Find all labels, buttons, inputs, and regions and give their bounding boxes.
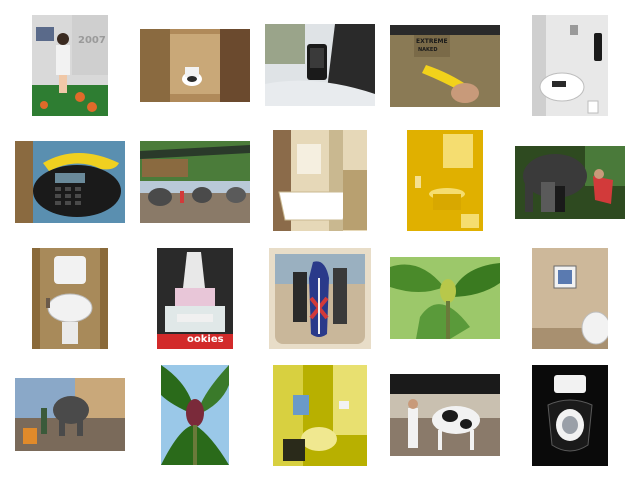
car-phone-mount-image	[265, 24, 375, 106]
yellow-bathroom-sink-image	[407, 130, 483, 231]
thumb-toilet-cake[interactable]: ookies	[157, 248, 233, 349]
thumb-dark-toilet[interactable]	[532, 365, 608, 466]
elephant-people-image	[515, 146, 625, 219]
shirt-text-line-2: NAKED	[418, 47, 438, 53]
thumb-bidet-toilet[interactable]	[32, 248, 108, 349]
banana-flower-image	[161, 365, 229, 465]
banana-tree-image	[390, 257, 500, 339]
thumb-elephants-park[interactable]	[140, 141, 250, 223]
toilet-sign-wall-image	[532, 248, 608, 349]
thumb-banana-phone-shirt[interactable]: EXTREME NAKED	[390, 25, 500, 107]
exhibition-sign-text: 2007	[78, 35, 106, 46]
thumb-banana-flower[interactable]	[161, 365, 229, 465]
yellow-toilet-room-image	[273, 365, 367, 466]
thumb-woman-exhibition[interactable]: 2007	[32, 15, 108, 116]
thumb-banana-tree[interactable]	[390, 257, 500, 339]
thumb-banana-conference-phone[interactable]	[15, 141, 125, 223]
thumb-elephant-people[interactable]	[515, 146, 625, 219]
thumb-toilet-sign-wall[interactable]	[532, 248, 608, 349]
image-grid: 2007 EXTREME NAKED ookies	[0, 0, 640, 480]
dark-toilet-image	[532, 365, 608, 466]
shirt-text-line-1: EXTREME	[416, 38, 448, 45]
cow-show-image	[390, 374, 500, 456]
thumb-bathroom-tub[interactable]	[273, 130, 367, 231]
bathroom-tub-image	[273, 130, 367, 231]
elephant-street-image	[15, 378, 125, 451]
thumb-cow-show[interactable]	[390, 374, 500, 456]
thumb-yellow-bathroom-sink[interactable]	[407, 130, 483, 231]
thumb-car-phone-mount[interactable]	[265, 24, 375, 106]
thumb-surfboard-beach[interactable]	[269, 248, 371, 349]
thumb-yellow-toilet-room[interactable]	[273, 365, 367, 466]
thumb-toilet-stall-wood[interactable]	[140, 29, 250, 102]
cake-shop-sign-text: ookies	[187, 334, 224, 345]
surfboard-beach-image	[269, 248, 371, 349]
thumb-toilet-wall-phone[interactable]	[532, 15, 608, 116]
banana-conference-phone-image	[15, 141, 125, 223]
woman-exhibition-image	[32, 15, 108, 116]
thumb-elephant-street[interactable]	[15, 378, 125, 451]
bidet-toilet-image	[32, 248, 108, 349]
toilet-wall-phone-image	[532, 15, 608, 116]
toilet-stall-image	[140, 29, 250, 102]
elephants-park-image	[140, 141, 250, 223]
